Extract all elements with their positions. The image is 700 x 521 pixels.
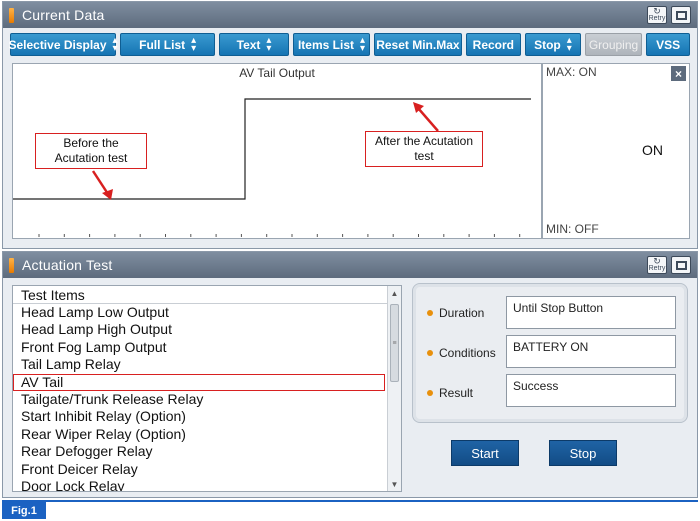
conditions-label: Conditions xyxy=(439,346,496,360)
result-label: Result xyxy=(439,386,474,400)
actuation-title: Actuation Test xyxy=(22,257,113,273)
duration-row: Duration xyxy=(427,306,503,320)
current-value: ON xyxy=(642,142,663,158)
retry-label: Retry xyxy=(648,15,666,22)
toolbar-button-selective-display[interactable]: Selective Display ▴ ▾ xyxy=(8,33,118,56)
up-down-arrows-icon: ▴ ▾ xyxy=(566,34,572,54)
scroll-up-icon[interactable]: ▲ xyxy=(388,286,401,300)
list-item[interactable]: Rear Defogger Relay xyxy=(13,443,401,460)
time-axis-ticks xyxy=(38,234,521,237)
test-details-panel: Duration Until Stop Button Conditions BA… xyxy=(412,283,688,423)
conditions-row: Conditions xyxy=(427,346,503,360)
toolbar-button-label: Full List xyxy=(139,37,186,52)
test-items-list[interactable]: Test Items Head Lamp Low Output Head Lamp… xyxy=(12,285,402,492)
test-items-body: Head Lamp Low Output Head Lamp High Outpu… xyxy=(13,304,401,491)
toolbar-button-items-list[interactable]: Items List ▴ ▾ xyxy=(292,33,371,56)
list-item[interactable]: Tail Lamp Relay xyxy=(13,356,401,373)
arrow-after-line xyxy=(417,107,439,132)
toolbar-button-grouping[interactable]: Grouping xyxy=(584,33,643,56)
start-button[interactable]: Start xyxy=(451,440,519,466)
list-item[interactable]: Door Lock Relay xyxy=(13,478,401,491)
list-item[interactable]: Front Fog Lamp Output xyxy=(13,339,401,356)
bullet-icon xyxy=(427,310,433,316)
toolbar-button-label: Reset Min.Max xyxy=(376,37,460,52)
min-value: MIN: OFF xyxy=(546,222,599,236)
arrow-before-line xyxy=(91,170,110,195)
duration-label: Duration xyxy=(439,306,485,320)
list-item[interactable]: Tailgate/Trunk Release Relay xyxy=(13,391,401,408)
retry-icon[interactable]: ↻ Retry xyxy=(647,6,667,24)
toolbar-button-label: Selective Display xyxy=(8,37,107,52)
callout-after: After the Acutation test xyxy=(365,131,483,167)
stop-button[interactable]: Stop xyxy=(549,440,617,466)
figure-rule xyxy=(2,500,698,502)
conditions-value: BATTERY ON xyxy=(506,335,676,368)
toolbar-button-record[interactable]: Record xyxy=(465,33,522,56)
scroll-down-icon[interactable]: ▼ xyxy=(388,477,401,491)
maximize-icon[interactable] xyxy=(671,6,691,24)
list-item[interactable]: Start Inhibit Relay (Option) xyxy=(13,408,401,425)
current-data-titlebar: Current Data ↻ Retry xyxy=(3,2,697,28)
callout-before: Before the Acutation test xyxy=(35,133,147,169)
list-item[interactable]: Front Deicer Relay xyxy=(13,461,401,478)
result-row: Result xyxy=(427,386,503,400)
toolbar-button-label: Stop xyxy=(534,37,561,52)
up-down-arrows-icon: ▴ ▾ xyxy=(112,34,118,54)
list-scrollbar[interactable]: ▲ ≡ ▼ xyxy=(387,286,401,491)
retry-icon[interactable]: ↻ Retry xyxy=(647,256,667,274)
signal-graph: AV Tail Output Before the Acutation test… xyxy=(12,63,542,239)
bullet-icon xyxy=(427,390,433,396)
figure-label: Fig.1 xyxy=(2,502,46,519)
arrow-before-head xyxy=(102,189,113,200)
retry-label: Retry xyxy=(648,265,666,272)
graph-title: AV Tail Output xyxy=(239,66,315,80)
toolbar-button-label: VSS xyxy=(656,37,681,52)
toolbar-button-label: Items List xyxy=(297,37,354,52)
toolbar-button-reset-min-max[interactable]: Reset Min.Max xyxy=(374,33,462,56)
maximize-icon[interactable] xyxy=(671,256,691,274)
duration-value: Until Stop Button xyxy=(506,296,676,329)
list-item[interactable]: Head Lamp Low Output xyxy=(13,304,401,321)
close-icon[interactable]: × xyxy=(671,66,686,81)
title-marker-icon xyxy=(9,7,14,23)
up-down-arrows-icon: ▴ ▾ xyxy=(359,34,366,54)
toolbar-button-stop[interactable]: Stop ▴ ▾ xyxy=(525,33,581,56)
value-panel: MAX: ON × ON MIN: OFF xyxy=(542,63,690,239)
toolbar: Selective Display ▴ ▾ Full List ▴ ▾ Text ▴ ▾ Item… xyxy=(8,33,690,57)
list-item[interactable]: Rear Wiper Relay (Option) xyxy=(13,426,401,443)
max-value: MAX: ON xyxy=(546,65,597,79)
toolbar-button-label: Record xyxy=(472,37,515,52)
up-down-arrows-icon: ▴ ▾ xyxy=(191,34,197,54)
toolbar-button-full-list[interactable]: Full List ▴ ▾ xyxy=(120,33,216,56)
actuation-titlebar: Actuation Test ↻ Retry xyxy=(3,252,697,278)
current-data-title: Current Data xyxy=(22,7,105,23)
list-item[interactable]: Head Lamp High Output xyxy=(13,321,401,338)
title-marker-icon xyxy=(9,257,14,273)
toolbar-button-label: Grouping xyxy=(588,37,639,52)
result-value: Success xyxy=(506,374,676,407)
toolbar-button-label: Text xyxy=(236,37,261,52)
list-item[interactable]: AV Tail xyxy=(13,373,385,391)
up-down-arrows-icon: ▴ ▾ xyxy=(266,34,272,54)
toolbar-button-vss[interactable]: VSS xyxy=(646,33,690,56)
test-items-header: Test Items xyxy=(13,286,401,304)
toolbar-button-text[interactable]: Text ▴ ▾ xyxy=(219,33,289,56)
bullet-icon xyxy=(427,350,433,356)
scroll-thumb[interactable]: ≡ xyxy=(390,304,399,382)
